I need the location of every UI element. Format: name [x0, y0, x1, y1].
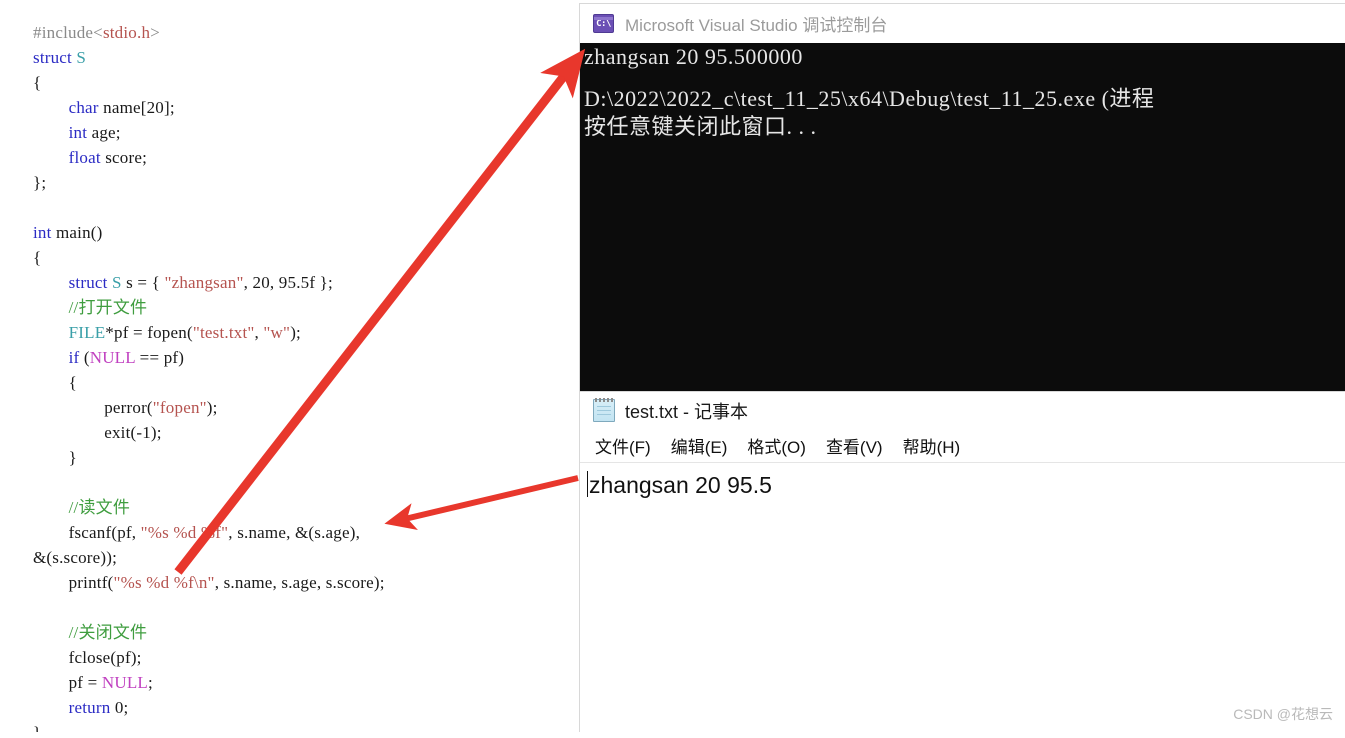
code-line: FILE*pf = fopen("test.txt", "w"); [68, 323, 301, 342]
notepad-menu-item-1[interactable]: 编辑(E) [671, 433, 728, 458]
code-line: perror("fopen"); [33, 398, 218, 417]
notepad-app-icon [593, 398, 615, 422]
console-line: zhangsan 20 95.500000 [584, 44, 803, 69]
code-line: &(s.score)); [33, 548, 118, 567]
code-line: int age; [68, 123, 121, 142]
notepad-content: zhangsan 20 95.5 [589, 472, 772, 498]
console-line: 按任意键关闭此窗口. . . [584, 114, 817, 139]
code-line: #include<stdio.h> [33, 23, 160, 42]
code-line: printf("%s %d %f\n", s.name, s.age, s.sc… [33, 573, 385, 592]
screenshot-root: #include<stdio.h> struct S { char name[20]… [0, 0, 1345, 738]
code-line: char name[20]; [68, 98, 175, 117]
code-line: return 0; [68, 698, 129, 717]
console-line: D:\2022\2022_c\test_11_25\x64\Debug\test… [584, 86, 1155, 111]
text-caret [587, 471, 588, 497]
code-line: if (NULL == pf) [68, 348, 185, 367]
code-line: struct S s = { "zhangsan", 20, 95.5f }; [68, 273, 333, 292]
notepad-menu-item-0[interactable]: 文件(F) [595, 433, 651, 458]
notepad-menu-item-2[interactable]: 格式(O) [747, 433, 806, 458]
code-editor-pane[interactable]: #include<stdio.h> struct S { char name[20]… [0, 0, 590, 738]
console-app-icon: C:\ [593, 14, 614, 33]
code-line: struct S [33, 48, 87, 67]
console-window[interactable]: C:\ Microsoft Visual Studio 调试控制台 zhangs… [580, 4, 1345, 392]
code-line: fscanf(pf, "%s %d %f", s.name, &(s.age), [33, 523, 361, 542]
code-line: //打开文件 [68, 298, 148, 317]
code-line: float score; [68, 148, 148, 167]
code-line: int main() [33, 223, 103, 242]
code-line: //读文件 [68, 498, 131, 517]
notepad-window[interactable]: test.txt - 记事本 文件(F) 编辑(E) 格式(O) 查看(V) 帮助(H)… [580, 392, 1345, 738]
code-line: { [33, 373, 77, 392]
code-line: { [33, 248, 42, 267]
console-output[interactable]: zhangsan 20 95.500000 D:\2022\2022_c\test… [580, 43, 1345, 392]
notepad-menu-item-4[interactable]: 帮助(H) [903, 433, 961, 458]
code-line: } [33, 448, 77, 467]
csdn-watermark: CSDN @花想云 [1233, 706, 1333, 722]
source-code[interactable]: #include<stdio.h> struct S { char name[20]… [33, 20, 385, 738]
notepad-titlebar[interactable]: test.txt - 记事本 [580, 392, 1345, 429]
notepad-menubar[interactable]: 文件(F) 编辑(E) 格式(O) 查看(V) 帮助(H) [580, 429, 1345, 462]
code-line: { [33, 73, 42, 92]
code-line: fclose(pf); [33, 648, 142, 667]
notepad-text-area[interactable]: zhangsan 20 95.5 [580, 462, 1345, 738]
code-line: exit(-1); [33, 423, 162, 442]
bottom-edge [0, 732, 1345, 738]
notepad-menu-item-3[interactable]: 查看(V) [826, 433, 883, 458]
console-titlebar[interactable]: C:\ Microsoft Visual Studio 调试控制台 [580, 4, 1345, 43]
console-icon-label: C:\ [596, 19, 611, 29]
notepad-title-text: test.txt - 记事本 [625, 401, 749, 422]
console-title-text: Microsoft Visual Studio 调试控制台 [625, 16, 888, 35]
code-line: //关闭文件 [68, 623, 148, 642]
code-line: }; [33, 173, 47, 192]
code-line: pf = NULL; [33, 673, 153, 692]
